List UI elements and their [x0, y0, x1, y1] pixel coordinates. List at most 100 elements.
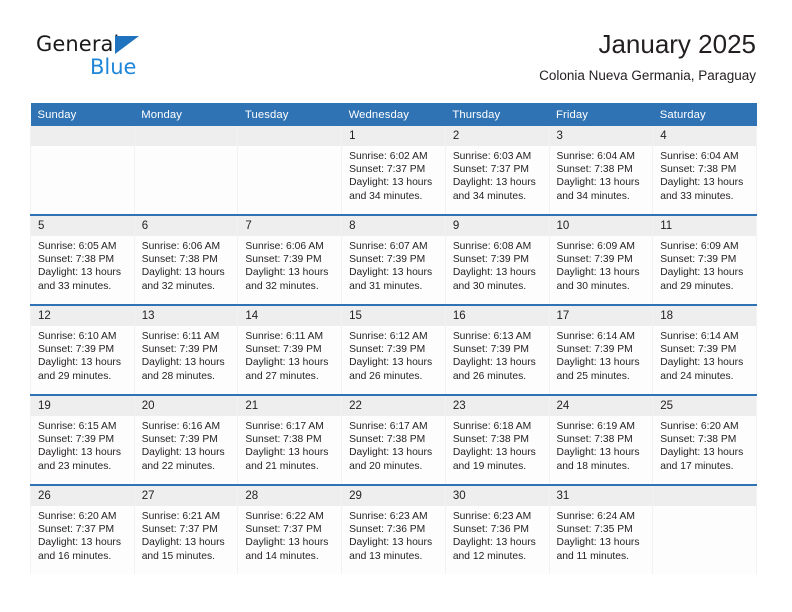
daylight-text: Daylight: 13 hours and 32 minutes. — [245, 267, 329, 292]
day-cell-inner: 9 Sunrise: 6:08 AM Sunset: 7:39 PM Daylight… — [445, 216, 549, 304]
day-details: Sunrise: 6:13 AM Sunset: 7:39 PM Daylight:… — [446, 326, 549, 383]
day-number: 23 — [445, 396, 549, 416]
day-number: 2 — [445, 126, 549, 146]
calendar-cell-empty — [237, 126, 343, 215]
day-cell-inner: 28 Sunrise: 6:22 AM Sunset: 7:37 PM Dayligh… — [238, 486, 342, 574]
calendar-day-cell[interactable]: 22 Sunrise: 6:17 AM Sunset: 7:38 PM Dayligh… — [341, 394, 446, 485]
day-cell-inner: 2 Sunrise: 6:03 AM Sunset: 7:37 PM Daylight… — [445, 126, 549, 214]
day-number: 8 — [342, 216, 445, 236]
sunset-text: Sunset: 7:36 PM — [452, 524, 529, 536]
day-details: Sunrise: 6:14 AM Sunset: 7:39 PM Daylight:… — [550, 326, 653, 383]
calendar-day-cell[interactable]: 17 Sunrise: 6:14 AM Sunset: 7:39 PM Dayligh… — [548, 304, 654, 395]
day-cell-inner: 10 Sunrise: 6:09 AM Sunset: 7:39 PM Dayligh… — [549, 216, 653, 304]
day-number: 6 — [134, 216, 238, 236]
daylight-text: Daylight: 13 hours and 17 minutes. — [660, 447, 744, 472]
day-details: Sunrise: 6:07 AM Sunset: 7:39 PM Daylight:… — [342, 236, 445, 293]
column-header-saturday: Saturday — [652, 103, 757, 126]
calendar-day-cell[interactable]: 14 Sunrise: 6:11 AM Sunset: 7:39 PM Dayligh… — [237, 304, 343, 395]
calendar-day-cell[interactable]: 5 Sunrise: 6:05 AM Sunset: 7:38 PM Daylight… — [30, 214, 135, 305]
calendar-day-cell[interactable]: 9 Sunrise: 6:08 AM Sunset: 7:39 PM Daylight… — [444, 214, 550, 305]
day-cell-inner — [31, 126, 134, 214]
day-cell-inner: 5 Sunrise: 6:05 AM Sunset: 7:38 PM Daylight… — [31, 216, 134, 304]
calendar-day-cell[interactable]: 25 Sunrise: 6:20 AM Sunset: 7:38 PM Dayligh… — [652, 394, 757, 485]
calendar-day-cell[interactable]: 24 Sunrise: 6:19 AM Sunset: 7:38 PM Dayligh… — [548, 394, 654, 485]
sunrise-text: Sunrise: 6:11 AM — [141, 331, 220, 342]
daylight-text: Daylight: 13 hours and 24 minutes. — [660, 357, 744, 382]
sunrise-text: Sunrise: 6:06 AM — [141, 241, 221, 252]
day-details: Sunrise: 6:04 AM Sunset: 7:38 PM Daylight:… — [653, 146, 756, 203]
calendar-day-cell[interactable]: 7 Sunrise: 6:06 AM Sunset: 7:39 PM Daylight… — [237, 214, 343, 305]
day-cell-inner: 24 Sunrise: 6:19 AM Sunset: 7:38 PM Dayligh… — [549, 396, 653, 484]
day-details: Sunrise: 6:17 AM Sunset: 7:38 PM Daylight:… — [238, 416, 341, 473]
sunrise-text: Sunrise: 6:24 AM — [556, 511, 635, 522]
calendar-day-cell[interactable]: 20 Sunrise: 6:16 AM Sunset: 7:39 PM Dayligh… — [133, 394, 239, 485]
calendar-day-cell[interactable]: 18 Sunrise: 6:14 AM Sunset: 7:39 PM Dayligh… — [652, 304, 757, 395]
calendar-day-cell[interactable]: 21 Sunrise: 6:17 AM Sunset: 7:38 PM Dayligh… — [237, 394, 343, 485]
sunset-text: Sunset: 7:39 PM — [660, 344, 737, 356]
sunset-text: Sunset: 7:37 PM — [452, 164, 529, 176]
calendar-day-cell[interactable]: 15 Sunrise: 6:12 AM Sunset: 7:39 PM Dayligh… — [341, 304, 446, 395]
day-number: 22 — [342, 396, 445, 416]
daylight-text: Daylight: 13 hours and 29 minutes. — [660, 267, 744, 292]
calendar-day-cell[interactable]: 28 Sunrise: 6:22 AM Sunset: 7:37 PM Dayligh… — [237, 484, 343, 574]
sunset-text: Sunset: 7:38 PM — [349, 434, 426, 446]
day-details: Sunrise: 6:05 AM Sunset: 7:38 PM Daylight:… — [31, 236, 134, 293]
day-number: 9 — [445, 216, 549, 236]
calendar-day-cell[interactable]: 10 Sunrise: 6:09 AM Sunset: 7:39 PM Dayligh… — [548, 214, 654, 305]
calendar-day-cell[interactable]: 16 Sunrise: 6:13 AM Sunset: 7:39 PM Dayligh… — [444, 304, 550, 395]
day-details: Sunrise: 6:17 AM Sunset: 7:38 PM Daylight:… — [342, 416, 445, 473]
calendar-day-cell[interactable]: 30 Sunrise: 6:23 AM Sunset: 7:36 PM Dayligh… — [444, 484, 550, 574]
day-cell-inner: 13 Sunrise: 6:11 AM Sunset: 7:39 PM Dayligh… — [134, 306, 238, 394]
sunset-text: Sunset: 7:39 PM — [452, 254, 529, 266]
page-title: January 2025 — [598, 29, 756, 59]
day-number: 17 — [549, 306, 653, 326]
sunrise-text: Sunrise: 6:16 AM — [141, 421, 221, 432]
day-cell-inner: 17 Sunrise: 6:14 AM Sunset: 7:39 PM Dayligh… — [549, 306, 653, 394]
calendar-day-cell[interactable]: 4 Sunrise: 6:04 AM Sunset: 7:38 PM Daylight… — [652, 126, 757, 215]
day-number: 5 — [31, 216, 134, 236]
day-cell-inner: 8 Sunrise: 6:07 AM Sunset: 7:39 PM Daylight… — [342, 216, 445, 304]
day-details: Sunrise: 6:16 AM Sunset: 7:39 PM Daylight:… — [135, 416, 238, 473]
daylight-text: Daylight: 13 hours and 11 minutes. — [556, 537, 640, 562]
day-cell-inner: 14 Sunrise: 6:11 AM Sunset: 7:39 PM Dayligh… — [238, 306, 342, 394]
calendar-day-cell[interactable]: 13 Sunrise: 6:11 AM Sunset: 7:39 PM Dayligh… — [133, 304, 239, 395]
sunset-text: Sunset: 7:39 PM — [556, 344, 633, 356]
calendar-day-cell[interactable]: 31 Sunrise: 6:24 AM Sunset: 7:35 PM Dayligh… — [548, 484, 654, 574]
sunset-text: Sunset: 7:38 PM — [660, 164, 737, 176]
calendar-day-cell[interactable]: 26 Sunrise: 6:20 AM Sunset: 7:37 PM Dayligh… — [30, 484, 135, 574]
day-number — [653, 486, 756, 506]
sunrise-text: Sunrise: 6:09 AM — [556, 241, 635, 252]
column-header-tuesday: Tuesday — [237, 103, 342, 126]
calendar-day-cell[interactable]: 29 Sunrise: 6:23 AM Sunset: 7:36 PM Dayligh… — [341, 484, 446, 574]
sunset-text: Sunset: 7:39 PM — [452, 344, 529, 356]
day-cell-inner: 27 Sunrise: 6:21 AM Sunset: 7:37 PM Dayligh… — [134, 486, 238, 574]
daylight-text: Daylight: 13 hours and 30 minutes. — [556, 267, 640, 292]
day-number: 12 — [31, 306, 134, 326]
daylight-text: Daylight: 13 hours and 34 minutes. — [556, 177, 640, 202]
generalblue-logo[interactable]: General Blue — [36, 32, 216, 84]
sunset-text: Sunset: 7:35 PM — [556, 524, 633, 536]
sunset-text: Sunset: 7:39 PM — [141, 434, 218, 446]
calendar-day-cell[interactable]: 12 Sunrise: 6:10 AM Sunset: 7:39 PM Dayligh… — [30, 304, 135, 395]
calendar-day-cell[interactable]: 6 Sunrise: 6:06 AM Sunset: 7:38 PM Daylight… — [133, 214, 239, 305]
calendar-day-cell[interactable]: 23 Sunrise: 6:18 AM Sunset: 7:38 PM Dayligh… — [444, 394, 550, 485]
sunrise-text: Sunrise: 6:20 AM — [38, 511, 117, 522]
day-number: 11 — [653, 216, 756, 236]
logo-triangle-icon — [115, 36, 139, 54]
column-header-sunday: Sunday — [30, 103, 135, 126]
sunrise-text: Sunrise: 6:23 AM — [349, 511, 428, 522]
calendar-day-cell[interactable]: 2 Sunrise: 6:03 AM Sunset: 7:37 PM Daylight… — [444, 126, 550, 215]
calendar-day-cell[interactable]: 8 Sunrise: 6:07 AM Sunset: 7:39 PM Daylight… — [341, 214, 446, 305]
calendar-day-cell[interactable]: 19 Sunrise: 6:15 AM Sunset: 7:39 PM Dayligh… — [30, 394, 135, 485]
calendar-day-cell[interactable]: 11 Sunrise: 6:09 AM Sunset: 7:39 PM Dayligh… — [652, 214, 757, 305]
calendar-day-cell[interactable]: 3 Sunrise: 6:04 AM Sunset: 7:38 PM Daylight… — [548, 126, 654, 215]
calendar-day-cell[interactable]: 27 Sunrise: 6:21 AM Sunset: 7:37 PM Dayligh… — [133, 484, 239, 574]
day-cell-inner: 22 Sunrise: 6:17 AM Sunset: 7:38 PM Dayligh… — [342, 396, 445, 484]
calendar-week-row: 26 Sunrise: 6:20 AM Sunset: 7:37 PM Dayligh… — [30, 484, 757, 574]
calendar-day-cell[interactable]: 1 Sunrise: 6:02 AM Sunset: 7:37 PM Daylight… — [341, 126, 446, 215]
daylight-text: Daylight: 13 hours and 13 minutes. — [349, 537, 433, 562]
day-details: Sunrise: 6:23 AM Sunset: 7:36 PM Daylight:… — [446, 506, 549, 563]
day-cell-inner: 16 Sunrise: 6:13 AM Sunset: 7:39 PM Dayligh… — [445, 306, 549, 394]
sunrise-text: Sunrise: 6:21 AM — [141, 511, 221, 522]
day-cell-inner: 30 Sunrise: 6:23 AM Sunset: 7:36 PM Dayligh… — [445, 486, 549, 574]
